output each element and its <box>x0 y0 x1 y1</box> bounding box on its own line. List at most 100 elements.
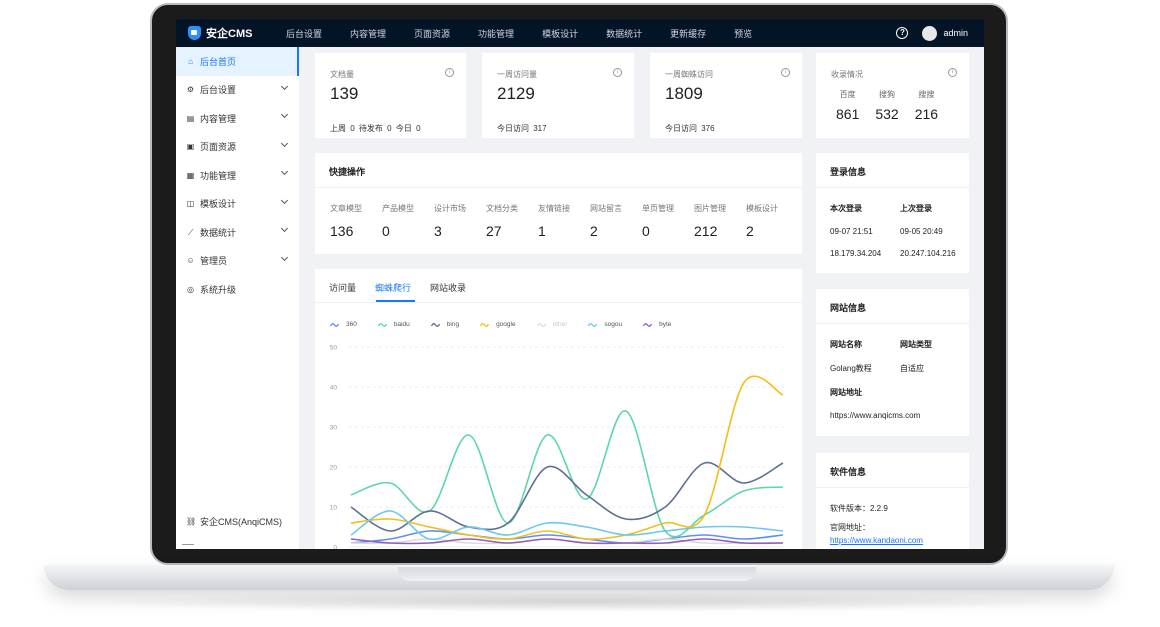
quick-actions-list: 文章模型 136 产品模型 0 设计市场 3 文档分类 27 友情链接 1 网站留言 2 单… <box>330 203 798 239</box>
sidebar-item-label: 后台首页 <box>200 56 237 67</box>
official-site-label: 官网地址： <box>830 523 870 532</box>
legend-marker <box>480 322 490 327</box>
quick-item-links[interactable]: 友情链接 1 <box>538 203 590 239</box>
quick-item-template-design[interactable]: 模板设计 2 <box>746 203 798 239</box>
topnav-item[interactable]: 更新缓存 <box>660 27 715 40</box>
sidebar-footer-label: 安企CMS(AnqiCMS) <box>200 517 283 527</box>
document-icon: ▤ <box>186 113 195 123</box>
record-name: 搜搜 <box>918 90 935 99</box>
topnav-item[interactable]: 页面资源 <box>404 27 459 40</box>
sidebar-item-pages[interactable]: ▣ 页面资源 <box>176 133 299 162</box>
sidebar-item-content[interactable]: ▤ 内容管理 <box>176 104 299 133</box>
top-nav: 后台设置 内容管理 页面资源 功能管理 模板设计 数据统计 更新缓存 预览 <box>276 27 770 40</box>
site-info-card: 网站信息 网站名称 网站类型 Golang教程 自适应 网站地址 https://w… <box>816 289 969 436</box>
brand-name: 安企CMS <box>206 28 253 40</box>
legend-item[interactable]: bing <box>430 321 459 328</box>
username: admin <box>943 28 968 38</box>
legend-marker <box>430 322 440 327</box>
quick-item-messages[interactable]: 网站留言 2 <box>590 203 642 239</box>
quick-item-images[interactable]: 图片管理 212 <box>694 203 746 239</box>
sidebar-item-label: 后台设置 <box>200 85 237 96</box>
topnav-item[interactable]: 后台设置 <box>276 27 331 40</box>
sidebar-item-functions[interactable]: ▦ 功能管理 <box>176 161 299 190</box>
legend-label: byte <box>659 321 672 328</box>
legend-item[interactable]: sogou <box>588 321 622 328</box>
sidebar-item-label: 系统升级 <box>200 284 237 295</box>
laptop-shadow <box>80 592 1080 612</box>
sidebar-item-statistics[interactable]: ⟋ 数据统计 <box>176 218 299 247</box>
divider <box>816 487 969 488</box>
divider <box>315 187 802 188</box>
legend-item[interactable]: byte <box>643 321 671 328</box>
records-label: 收录情况 <box>831 70 863 79</box>
quick-item-design-market[interactable]: 设计市场 3 <box>434 203 486 239</box>
laptop-notch <box>398 567 756 581</box>
link-icon: ⛓ <box>186 517 197 526</box>
stat-value: 139 <box>330 84 359 103</box>
screen: 安企CMS 后台设置 内容管理 页面资源 功能管理 模板设计 数据统计 更新缓存… <box>176 19 984 549</box>
shield-logo-icon <box>188 26 201 40</box>
info-icon[interactable]: i <box>781 68 790 77</box>
tab-visits[interactable]: 访问量 <box>329 281 356 294</box>
record-name: 百度 <box>839 90 856 99</box>
upgrade-icon: ◎ <box>187 284 194 294</box>
quick-item-name: 文章模型 <box>330 204 362 213</box>
info-icon[interactable]: i <box>613 68 622 77</box>
quick-item-product-model[interactable]: 产品模型 0 <box>382 203 434 239</box>
tab-site-index[interactable]: 网站收录 <box>430 281 466 294</box>
sidebar-item-settings[interactable]: ⚙ 后台设置 <box>176 76 299 105</box>
login-last-header: 上次登录 <box>900 204 932 213</box>
legend-item[interactable]: other <box>536 321 567 328</box>
login-last-time: 09-05 20:49 <box>900 227 943 236</box>
sidebar-item-templates[interactable]: ◫ 模板设计 <box>176 190 299 219</box>
sidebar-item-upgrade[interactable]: ◎ 系统升级 <box>176 275 299 304</box>
question-circle-icon[interactable]: ? <box>896 27 909 39</box>
sidebar-item-admins[interactable]: ☺ 管理员 <box>176 247 299 276</box>
site-name-label: 网站名称 <box>830 340 862 349</box>
series-line-google <box>350 375 784 540</box>
top-navbar: 安企CMS 后台设置 内容管理 页面资源 功能管理 模板设计 数据统计 更新缓存… <box>176 19 984 47</box>
sidebar-item-label: 模板设计 <box>200 199 237 210</box>
site-url-label: 网站地址 <box>830 388 862 397</box>
topnav-item[interactable]: 预览 <box>724 27 761 40</box>
topnav-item[interactable]: 模板设计 <box>532 27 587 40</box>
brand[interactable]: 安企CMS <box>176 25 276 41</box>
info-icon[interactable]: i <box>948 68 957 77</box>
info-icon[interactable]: i <box>445 68 454 77</box>
topnav-item[interactable]: 内容管理 <box>340 27 395 40</box>
legend-item[interactable]: baidu <box>377 321 410 328</box>
topnav-item[interactable]: 数据统计 <box>596 27 651 40</box>
sidebar-item-home[interactable]: ⌂ 后台首页 <box>176 47 299 76</box>
quick-item-value: 0 <box>642 223 650 239</box>
legend-item[interactable]: 360 <box>330 321 357 328</box>
quick-item-article-model[interactable]: 文章模型 136 <box>330 203 382 239</box>
y-tick-label: 50 <box>330 345 338 352</box>
stat-label: 一周访问量 <box>497 70 537 79</box>
divider <box>816 323 969 324</box>
quick-item-name: 文档分类 <box>486 204 518 213</box>
stat-foot-text: 上周 <box>330 124 346 133</box>
legend-label: google <box>496 321 516 328</box>
quick-item-name: 网站留言 <box>590 204 622 213</box>
y-tick-label: 40 <box>330 385 338 392</box>
site-info-grid: 网站名称 网站类型 Golang教程 自适应 网站地址 https://www.an… <box>830 339 932 433</box>
stat-value: 2129 <box>497 84 535 103</box>
avatar <box>922 25 938 41</box>
apps-icon: ▦ <box>186 170 195 180</box>
stat-value: 1809 <box>665 84 703 103</box>
official-site-link[interactable]: https://www.kandaoni.com <box>830 536 923 545</box>
tab-spider-crawl[interactable]: 蜘蛛爬行 <box>375 281 411 294</box>
user-menu[interactable]: admin <box>922 25 968 41</box>
quick-item-categories[interactable]: 文档分类 27 <box>486 203 538 239</box>
collapse-handle[interactable] <box>182 544 194 545</box>
sidebar-footer-link[interactable]: ⛓ 安企CMS(AnqiCMS) <box>186 515 282 528</box>
quick-item-single-pages[interactable]: 单页管理 0 <box>642 203 694 239</box>
stat-card-spider-visits: 一周蜘蛛访问 i 1809 今日访问 376 <box>650 53 802 138</box>
sidebar-item-label: 功能管理 <box>200 170 237 181</box>
user-icon: ☺ <box>186 256 195 266</box>
topnav-item[interactable]: 功能管理 <box>468 27 523 40</box>
chart-tabs: 访问量 蜘蛛爬行 网站收录 <box>329 281 466 294</box>
tabs-divider <box>315 302 802 303</box>
legend-item[interactable]: google <box>480 321 516 328</box>
chevron-down-icon <box>280 139 289 147</box>
